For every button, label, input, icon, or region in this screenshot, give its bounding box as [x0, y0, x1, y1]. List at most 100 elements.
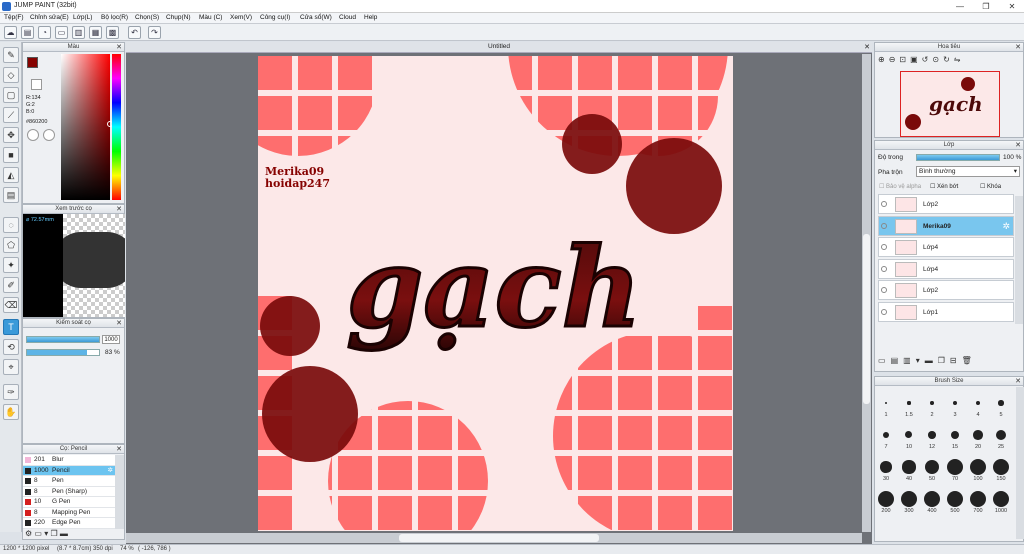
minimize-button[interactable]: —: [948, 1, 972, 12]
brush-list-scrollbar[interactable]: [115, 455, 124, 529]
brush-item[interactable]: 8 Pen (Sharp): [23, 486, 115, 497]
menu-view[interactable]: Xem(V): [230, 14, 252, 21]
fill-tool-icon[interactable]: ◭: [3, 167, 19, 183]
brush-size-input[interactable]: 1000: [102, 335, 120, 344]
layer-row[interactable]: Lớp4: [878, 237, 1014, 257]
canvas-horizontal-scrollbar[interactable]: [126, 533, 862, 543]
brush-item[interactable]: 8 Mapping Pen: [23, 507, 115, 518]
zoom-out-icon[interactable]: ⊖: [889, 55, 900, 64]
brush-size-scrollbar[interactable]: [1016, 387, 1024, 539]
brush-item[interactable]: 8 Pen: [23, 476, 115, 487]
fit-icon[interactable]: ⊡: [899, 55, 910, 64]
brush-item[interactable]: 10 G Pen: [23, 497, 115, 508]
brush-size-slider[interactable]: [26, 336, 100, 343]
close-icon[interactable]: ✕: [116, 319, 122, 328]
close-icon[interactable]: ✕: [864, 43, 870, 51]
background-swatch[interactable]: [31, 79, 42, 90]
menu-tools[interactable]: Công cụ(I): [260, 14, 290, 21]
brush-size-dot[interactable]: [924, 459, 940, 475]
duplicate-brush-icon[interactable]: ❐: [50, 529, 57, 538]
trash-icon[interactable]: 🗑: [962, 356, 977, 365]
flip-icon[interactable]: ⇋: [954, 55, 965, 64]
layer-row[interactable]: Lớp4: [878, 258, 1014, 279]
brush-item[interactable]: 220 Edge Pen: [23, 518, 115, 529]
menu-window[interactable]: Cửa sổ(W): [300, 14, 332, 21]
hue-slider[interactable]: [112, 54, 121, 200]
brush-size-dot[interactable]: [905, 431, 913, 439]
brush-size-dot[interactable]: [947, 491, 963, 507]
menu-layer[interactable]: Lớp(L): [73, 14, 92, 21]
comment-icon[interactable]: ▭: [55, 26, 68, 39]
rect-select-icon[interactable]: ▢: [3, 87, 19, 103]
undo-icon[interactable]: ↶: [128, 26, 141, 39]
blend-mode-select[interactable]: Bình thường ▾: [916, 166, 1020, 177]
brush-size-dot[interactable]: [995, 429, 1007, 441]
lock-checkbox[interactable]: ☐ Khóa: [980, 183, 1001, 190]
color-wheel-icon[interactable]: [27, 129, 39, 141]
visibility-eye-icon[interactable]: [881, 201, 887, 207]
brush-size-dot[interactable]: [970, 459, 986, 475]
settings-gear-icon[interactable]: ✲: [108, 466, 113, 476]
folder-icon[interactable]: ▬: [925, 356, 938, 365]
visibility-eye-icon[interactable]: [881, 222, 887, 229]
eyedropper-icon[interactable]: ⌖: [3, 359, 19, 375]
close-icon[interactable]: ✕: [1015, 141, 1021, 150]
settings-gear-icon[interactable]: ✲: [1002, 221, 1010, 232]
brush-size-dot[interactable]: [998, 400, 1004, 406]
new-layer-icon[interactable]: ▭: [878, 356, 891, 365]
brush-size-dot[interactable]: [970, 491, 986, 507]
brush-size-dot[interactable]: [878, 491, 894, 507]
close-button[interactable]: ✕: [1000, 1, 1024, 12]
brush-size-dot[interactable]: [924, 491, 940, 507]
merge-layer-icon[interactable]: ⊟: [950, 356, 962, 365]
gradient-tool-icon[interactable]: ▤: [3, 187, 19, 203]
menu-cloud[interactable]: Cloud: [339, 14, 356, 21]
brush-size-dot[interactable]: [930, 401, 934, 405]
menu-color[interactable]: Màu (C): [199, 14, 222, 21]
foreground-swatch[interactable]: [27, 57, 38, 68]
new-layer-8bit-icon[interactable]: ▤: [891, 356, 904, 365]
pipette-icon[interactable]: ✑: [3, 384, 19, 400]
brush-size-dot[interactable]: [950, 430, 960, 440]
brush-size-dot[interactable]: [947, 459, 963, 475]
brush-size-dot[interactable]: [973, 430, 983, 440]
maximize-button[interactable]: ❐: [974, 1, 998, 12]
canvas-vertical-scrollbar[interactable]: [862, 54, 871, 532]
move-tool-icon[interactable]: ✥: [3, 127, 19, 143]
shape-tool-icon[interactable]: ■: [3, 147, 19, 163]
rotate-right-icon[interactable]: ↻: [943, 55, 954, 64]
add-brush-icon[interactable]: ▭: [34, 529, 42, 538]
close-icon[interactable]: ✕: [116, 445, 122, 454]
close-icon[interactable]: ✕: [116, 205, 122, 214]
menu-filter[interactable]: Bộ lọc(R): [101, 14, 128, 21]
cloud-sync-icon[interactable]: ☁: [4, 26, 17, 39]
brush-size-dot[interactable]: [993, 491, 1009, 507]
visibility-eye-icon[interactable]: [881, 287, 887, 293]
protect-alpha-checkbox[interactable]: ☐ Bảo vệ alpha: [879, 183, 921, 190]
close-icon[interactable]: ✕: [116, 43, 122, 52]
layer-row[interactable]: Lớp2: [878, 280, 1014, 300]
table-icon[interactable]: ▩: [106, 26, 119, 39]
speech-bubble-icon[interactable]: ◔: [38, 26, 51, 39]
visibility-eye-icon[interactable]: [881, 308, 887, 315]
select-pen-icon[interactable]: ✐: [3, 277, 19, 293]
brush-size-dot[interactable]: [928, 431, 936, 439]
polygon-select-icon[interactable]: ⬠: [3, 237, 19, 253]
close-icon[interactable]: ✕: [1015, 377, 1021, 386]
file-icon[interactable]: ▤: [21, 26, 34, 39]
rotate-left-icon[interactable]: ↺: [922, 55, 933, 64]
saturation-value-picker[interactable]: [61, 54, 110, 200]
brush-size-dot[interactable]: [975, 400, 981, 406]
menu-capture[interactable]: Chụp(N): [166, 14, 191, 21]
brush-size-dot[interactable]: [880, 461, 892, 473]
brush-tool-icon[interactable]: ✎: [3, 47, 19, 63]
horizontal-scroll-thumb[interactable]: [399, 534, 599, 542]
vertical-scroll-thumb[interactable]: [863, 234, 870, 404]
brush-size-dot[interactable]: [884, 401, 888, 405]
menu-help[interactable]: Help: [364, 14, 377, 21]
menu-edit[interactable]: Chỉnh sửa(E): [30, 14, 69, 21]
brush-item[interactable]: 201 Blur: [23, 455, 115, 466]
clipping-checkbox[interactable]: ☐ Xén bớt: [930, 183, 958, 190]
eraser-tool-icon[interactable]: ◇: [3, 67, 19, 83]
visibility-eye-icon[interactable]: [881, 244, 887, 250]
